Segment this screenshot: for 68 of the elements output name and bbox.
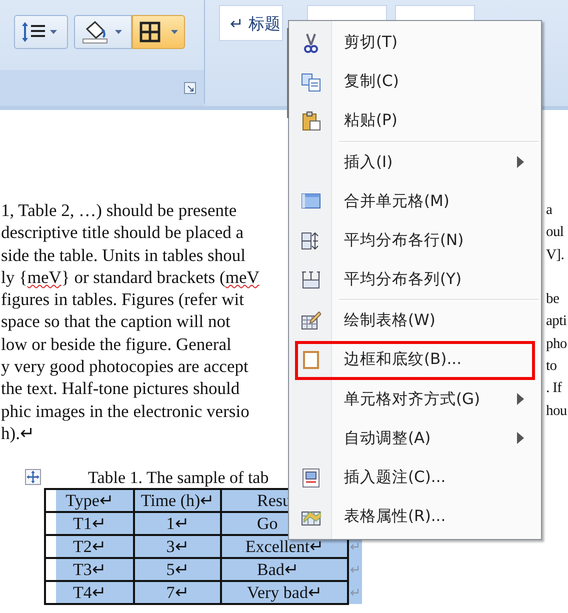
paragraph-line: phic images in the electronic versio xyxy=(0,400,250,422)
menu-item[interactable]: 自动调整(A) xyxy=(295,418,535,458)
paragraph-line: descriptive title should be placed a xyxy=(0,221,244,244)
menu-item[interactable]: 绘制表格(W) xyxy=(295,301,535,340)
table-cell: T4↵ xyxy=(45,581,134,604)
table-cell: 7↵ xyxy=(134,581,221,604)
clipboard-icon xyxy=(301,110,321,131)
table-cell: 1↵ xyxy=(134,512,221,536)
paragraph-line: side the table. Units in tables shoul xyxy=(0,244,246,266)
paint-bucket-icon xyxy=(81,20,125,44)
style-gallery-item[interactable]: ↵ 标题 xyxy=(219,5,283,41)
menu-item[interactable]: 平均分布各行(N) xyxy=(295,220,535,260)
paragraph-line: ly {meV} or standard brackets (meV xyxy=(0,266,260,288)
paragraph-line: V]. xyxy=(546,246,564,265)
submenu-arrow-icon xyxy=(517,393,524,406)
menu-item[interactable]: 合并单元格(M) xyxy=(295,182,535,221)
paragraph-line: space so that the caption will not xyxy=(0,310,232,333)
table-cell: 5↵ xyxy=(134,558,221,582)
copy-icon xyxy=(301,72,321,92)
paragraph-mark: ↵ xyxy=(350,538,361,554)
paragraph-line: the text. Half-tone pictures should xyxy=(0,377,241,400)
move-handle-icon xyxy=(25,469,41,486)
borders-button[interactable] xyxy=(132,15,185,49)
table-cell: T3↵ xyxy=(45,558,134,582)
line-spacing-button[interactable] xyxy=(14,15,68,49)
paragraph-mark: ↵ xyxy=(350,562,361,577)
paragraph-line: . If xyxy=(546,379,562,398)
menu-item[interactable]: 粘贴(P) xyxy=(295,101,535,141)
shading-button[interactable] xyxy=(74,15,132,49)
paragraph-line: pho xyxy=(546,334,567,354)
table-pencil-icon xyxy=(301,310,321,331)
menu-item[interactable]: 剪切(T) xyxy=(295,23,535,62)
dialog-launcher-icon xyxy=(184,82,196,94)
menu-item[interactable]: 插入(I) xyxy=(295,142,535,182)
scissors-icon xyxy=(301,32,321,53)
distribute-columns-icon xyxy=(301,270,321,290)
menu-item[interactable]: 平均分布各列(Y) xyxy=(295,260,535,300)
paragraph-line: low or beside the figure. General xyxy=(0,332,232,356)
paragraph-line: apti xyxy=(546,312,567,332)
table-cell: 3↵ xyxy=(134,535,221,558)
paragraph-line: figures in tables. Figures (refer wit xyxy=(0,288,245,310)
menu-item[interactable]: 复制(C) xyxy=(295,62,535,102)
menu-item[interactable]: 单元格对齐方式(G) xyxy=(295,380,535,419)
submenu-arrow-icon xyxy=(517,432,524,444)
paragraph-line: h).↵ xyxy=(0,422,36,444)
paragraph-line: hou xyxy=(546,402,567,421)
paragraph-line: 1, Table 2, …) should be presente xyxy=(0,199,238,222)
table-cell: Bad↵ xyxy=(221,558,348,582)
table-caption: Table 1. The sample of tab xyxy=(88,466,269,489)
menu-item[interactable]: 边框和底纹(B)... xyxy=(295,340,535,380)
paragraph-line: to xyxy=(546,357,557,376)
borders-icon xyxy=(139,21,161,43)
table-cell: Very bad↵ xyxy=(221,581,348,604)
paragraph-mark: ↵ xyxy=(350,584,361,600)
paragraph-line: a xyxy=(546,201,552,220)
caption-icon xyxy=(301,468,321,488)
table-cell: T2↵ xyxy=(45,535,134,558)
border-square-icon xyxy=(301,350,321,370)
table-cell: T1↵ xyxy=(45,512,134,536)
paragraph-line: oul xyxy=(546,223,564,242)
table-cell: Type↵ xyxy=(45,489,134,512)
paragraph-line: y very good photocopies are accept xyxy=(0,355,250,378)
table-cell: Time (h)↵ xyxy=(134,489,221,512)
merge-cells-icon xyxy=(301,191,321,212)
submenu-arrow-icon xyxy=(517,156,524,168)
dropdown-caret-icon xyxy=(171,30,178,34)
distribute-rows-icon xyxy=(301,230,321,251)
paragraph-line: be xyxy=(546,290,560,310)
